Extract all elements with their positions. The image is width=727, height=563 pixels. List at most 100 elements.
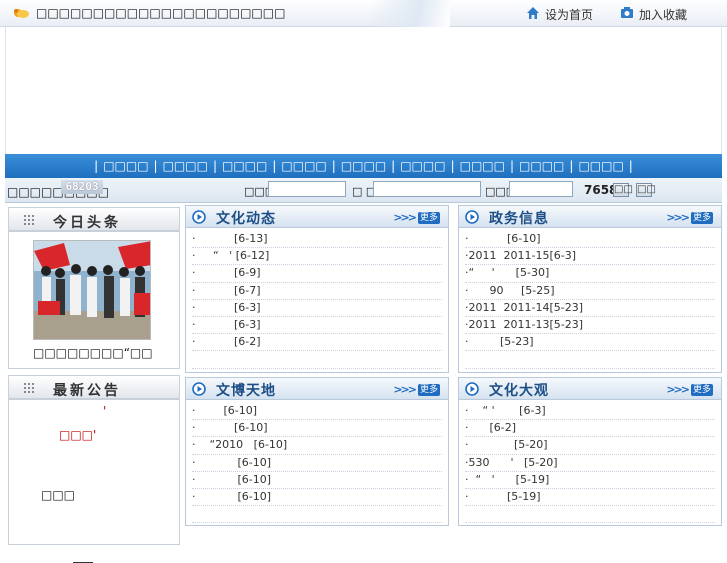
notice-red-text[interactable]: □□□' (59, 428, 96, 442)
news-list: · [6-10] ·2011 2011-15[6-3] ·“ ' [5-30] … (465, 231, 715, 369)
list-item[interactable]: · “ ' [5-19] (465, 472, 715, 489)
notice-red-mark: ' (103, 404, 107, 418)
more-link[interactable]: >>> 更多 (666, 211, 713, 224)
panel-title: 文化动态 (216, 211, 276, 227)
list-item[interactable]: · [5-23] (465, 334, 715, 352)
more-label: 更多 (690, 211, 713, 224)
search-input-1[interactable] (268, 181, 346, 197)
list-item[interactable]: · [6-10] (192, 420, 442, 438)
list-item-empty (465, 351, 715, 369)
list-item[interactable]: ·“ ' [5-30] (465, 265, 715, 283)
list-item[interactable]: ·2011 2011-14[5-23] (465, 300, 715, 317)
top-bar: □□□□□□□□□□□□□□□□□□□□□□ 设为首页 加入收藏 (0, 0, 727, 27)
reset-button[interactable]: □□ (636, 183, 656, 197)
visit-counter: 68203 (61, 180, 103, 194)
news-list: · “ ' [6-3] · [6-2] · [5-20] ·530 ' [5-2… (465, 403, 715, 524)
list-item[interactable]: · “ ' [6-12] (192, 248, 442, 266)
headline-header: 今日头条 (8, 207, 180, 231)
list-item[interactable]: · [6-10] (192, 489, 442, 507)
play-circle-icon (465, 210, 479, 224)
list-item[interactable]: · [6-7] (192, 283, 442, 300)
search-button[interactable]: □□ (613, 183, 633, 197)
list-item[interactable]: ·530 ' [5-20] (465, 455, 715, 472)
list-item[interactable]: · [6-10] (192, 472, 442, 489)
headline-caption[interactable]: □□□□□□□□“□□ (33, 346, 153, 360)
list-item[interactable]: · [5-20] (465, 437, 715, 455)
nav-item-4[interactable]: □□□□ (279, 159, 328, 173)
list-item[interactable]: ·2011 2011-15[6-3] (465, 248, 715, 266)
headline-photo[interactable] (33, 240, 151, 340)
list-item[interactable]: · [6-2] (465, 420, 715, 438)
chevrons-icon: >>> (666, 211, 690, 224)
notice-header: 最新公告 (8, 375, 180, 399)
banner-area (5, 27, 722, 154)
nav-item-2[interactable]: □□□□ (161, 159, 210, 173)
chevrons-icon: >>> (393, 383, 417, 396)
nav-item-1[interactable]: □□□□ (101, 159, 150, 173)
headline-title: 今日头条 (53, 215, 121, 231)
search-input-3[interactable] (509, 181, 573, 197)
chevrons-icon: >>> (666, 383, 690, 396)
list-item[interactable]: · [6-10] (192, 403, 442, 421)
panel-header: 政务信息 >>> 更多 (459, 206, 721, 228)
panel-header: 文博天地 >>> 更多 (186, 378, 448, 400)
panel-header: 文化动态 >>> 更多 (186, 206, 448, 228)
play-circle-icon (465, 382, 479, 396)
nav-item-7[interactable]: □□□□ (458, 159, 507, 173)
panel-government-info: 政务信息 >>> 更多 · [6-10] ·2011 2011-15[6-3] … (458, 205, 722, 373)
notice-box: □□□' ' □□□ (8, 399, 180, 563)
list-item[interactable]: · [6-13] (192, 231, 442, 249)
grip-icon (23, 214, 35, 226)
add-favorite-label: 加入收藏 (639, 8, 688, 22)
more-link[interactable]: >>> 更多 (393, 211, 440, 224)
list-item[interactable]: ·2011 2011-13[5-23] (465, 317, 715, 335)
news-list: · [6-10] · [6-10] · “2010 [6-10] · [6-10… (192, 403, 442, 524)
headline-box: □□□□□□□□“□□ (8, 231, 180, 369)
list-item[interactable]: · [6-2] (192, 334, 442, 352)
list-item-empty (465, 506, 715, 524)
list-item[interactable]: · [6-10] (192, 455, 442, 472)
more-label: 更多 (690, 383, 713, 396)
more-label: 更多 (417, 211, 440, 224)
more-link[interactable]: >>> 更多 (393, 383, 440, 396)
panel-title: 文化大观 (489, 383, 549, 399)
list-item[interactable]: · “2010 [6-10] (192, 437, 442, 455)
list-item-empty (192, 351, 442, 369)
notice-body[interactable]: □□□ (41, 488, 75, 502)
nav-item-8[interactable]: □□□□ (517, 159, 566, 173)
list-item[interactable]: · [6-10] (465, 231, 715, 249)
play-circle-icon (192, 210, 206, 224)
panel-museum: 文博天地 >>> 更多 · [6-10] · [6-10] · “2010 [6… (185, 377, 449, 526)
panel-culture-view: 文化大观 >>> 更多 · “ ' [6-3] · [6-2] · [5-20]… (458, 377, 722, 526)
add-favorite-link[interactable]: 加入收藏 (620, 6, 687, 23)
notice-title: 最新公告 (53, 383, 121, 399)
panel-header: 文化大观 >>> 更多 (459, 378, 721, 400)
list-item[interactable]: · [6-3] (192, 300, 442, 317)
search-bar: □□□□□□□□□ 68203 □□□ □ □ □□□ 7658 □□ □□ (5, 178, 722, 203)
site-title: □□□□□□□□□□□□□□□□□□□□□□ (36, 6, 286, 20)
main-nav: | □□□□ | □□□□ | □□□□ | □□□□ | □□□□ | □□□… (5, 154, 722, 178)
nav-item-5[interactable]: □□□□ (339, 159, 388, 173)
set-home-link[interactable]: 设为首页 (526, 6, 593, 23)
list-item[interactable]: · [6-9] (192, 265, 442, 283)
list-item[interactable]: · [6-3] (192, 317, 442, 335)
more-label: 更多 (417, 383, 440, 396)
nav-item-9[interactable]: □□□□ (576, 159, 625, 173)
play-circle-icon (192, 382, 206, 396)
news-list: · [6-13] · “ ' [6-12] · [6-9] · [6-7] · … (192, 231, 442, 369)
search-input-2[interactable] (373, 181, 481, 197)
list-item[interactable]: · [5-19] (465, 489, 715, 507)
favorite-icon (620, 6, 634, 23)
panel-title: 政务信息 (489, 211, 549, 227)
chevrons-icon: >>> (393, 211, 417, 224)
site-logo-icon (12, 7, 30, 19)
panel-culture-news: 文化动态 >>> 更多 · [6-13] · “ ' [6-12] · [6-9… (185, 205, 449, 373)
panel-title: 文博天地 (216, 383, 276, 399)
nav-item-3[interactable]: □□□□ (220, 159, 269, 173)
more-link[interactable]: >>> 更多 (666, 383, 713, 396)
list-item-empty (192, 506, 442, 524)
list-item[interactable]: · “ ' [6-3] (465, 403, 715, 421)
grip-icon (23, 382, 35, 394)
list-item[interactable]: · 90 [5-25] (465, 283, 715, 300)
nav-item-6[interactable]: □□□□ (398, 159, 447, 173)
